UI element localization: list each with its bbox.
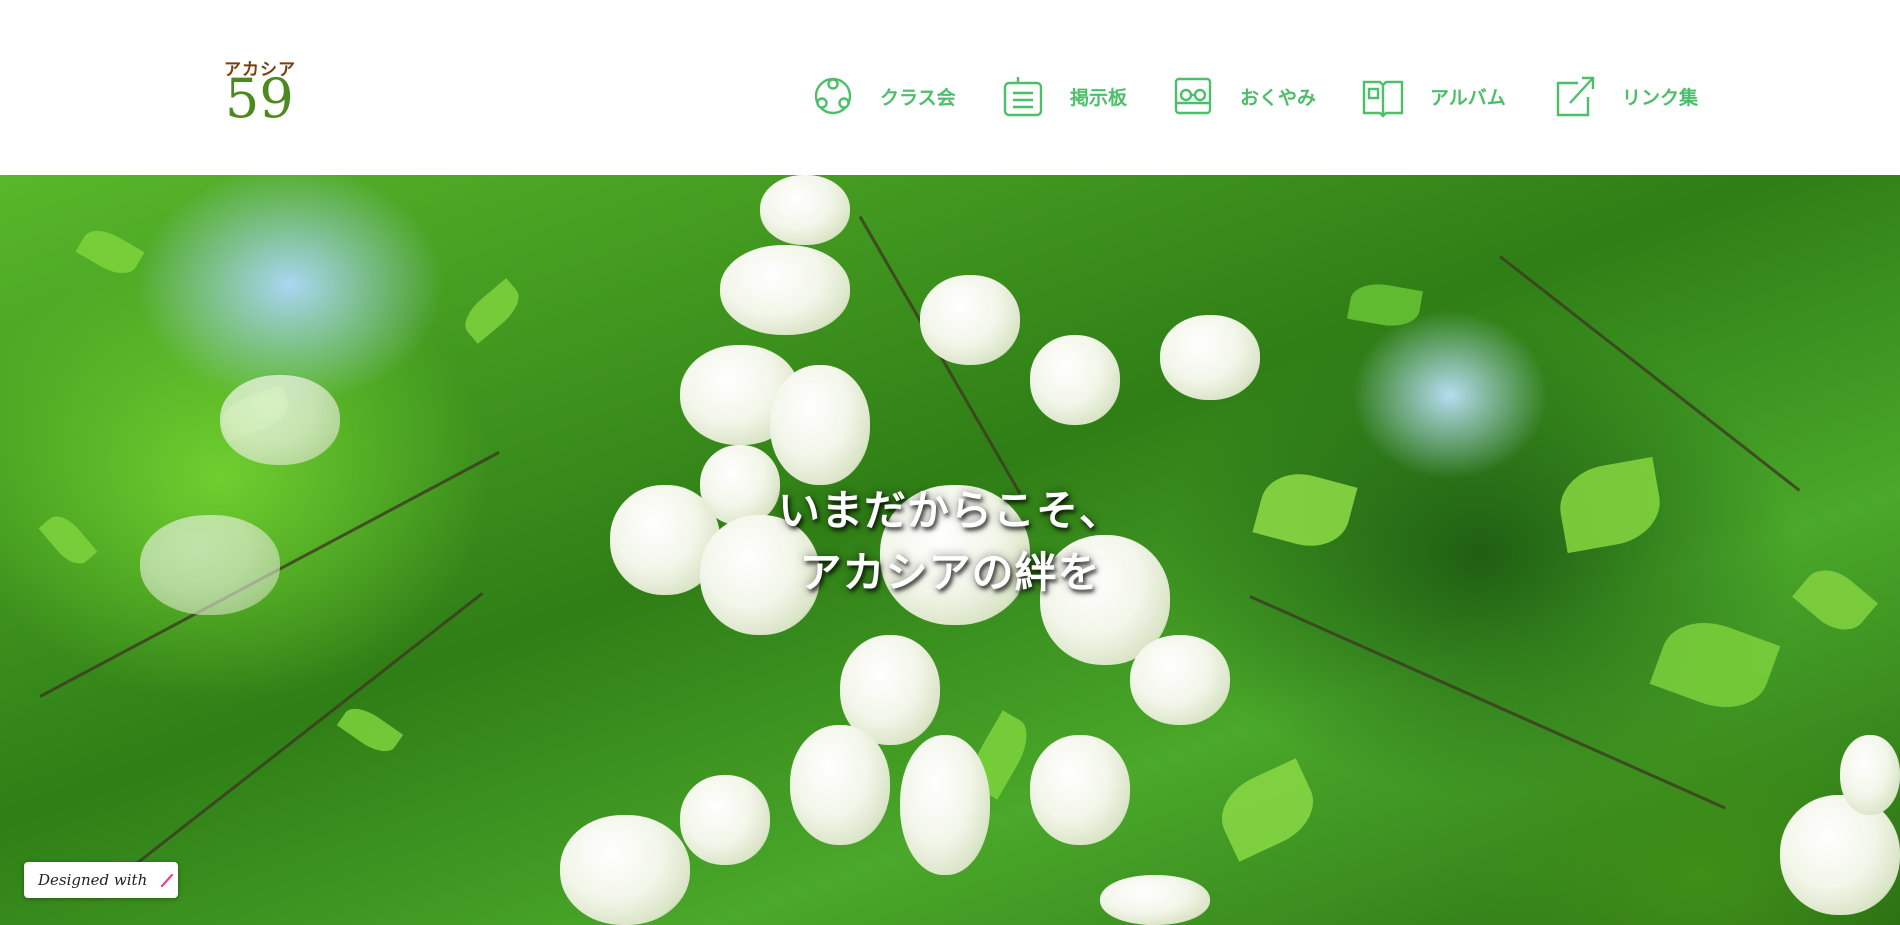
nav-item-condolences[interactable]: おくやみ [1170,70,1316,122]
main-nav: クラス会 掲示板 おくやみ アルバム リンク集 [0,70,1900,122]
nav-item-album[interactable]: アルバム [1360,70,1506,122]
nav-label-condolences: おくやみ [1240,86,1317,109]
pen-icon [159,872,175,888]
hero-heading: いまだからこそ、 アカシアの絆を [0,480,1900,604]
people-circle-icon [810,73,856,119]
nav-label-album: アルバム [1430,86,1506,109]
album-book-icon [1360,73,1406,119]
hero-line-1: いまだからこそ、 [777,486,1122,535]
hero-line-2: アカシアの絆を [799,548,1101,597]
external-link-icon [1552,73,1598,119]
nav-item-class-reunion[interactable]: クラス会 [810,70,956,122]
nav-label-links: リンク集 [1622,86,1699,109]
nav-label-bulletin-board: 掲示板 [1070,86,1128,109]
nav-item-links[interactable]: リンク集 [1552,70,1698,122]
nav-label-class-reunion: クラス会 [880,86,956,109]
designed-with-badge[interactable]: Designed with [24,862,178,898]
condolence-glasses-icon [1170,73,1216,119]
bulletin-board-icon [1000,73,1046,119]
site-header: アカシア 59 クラス会 掲示板 おくやみ アルバム リンク集 [0,0,1900,175]
nav-item-bulletin-board[interactable]: 掲示板 [1000,70,1127,122]
badge-text: Designed with [38,871,148,889]
hero-banner: いまだからこそ、 アカシアの絆を [0,175,1900,925]
